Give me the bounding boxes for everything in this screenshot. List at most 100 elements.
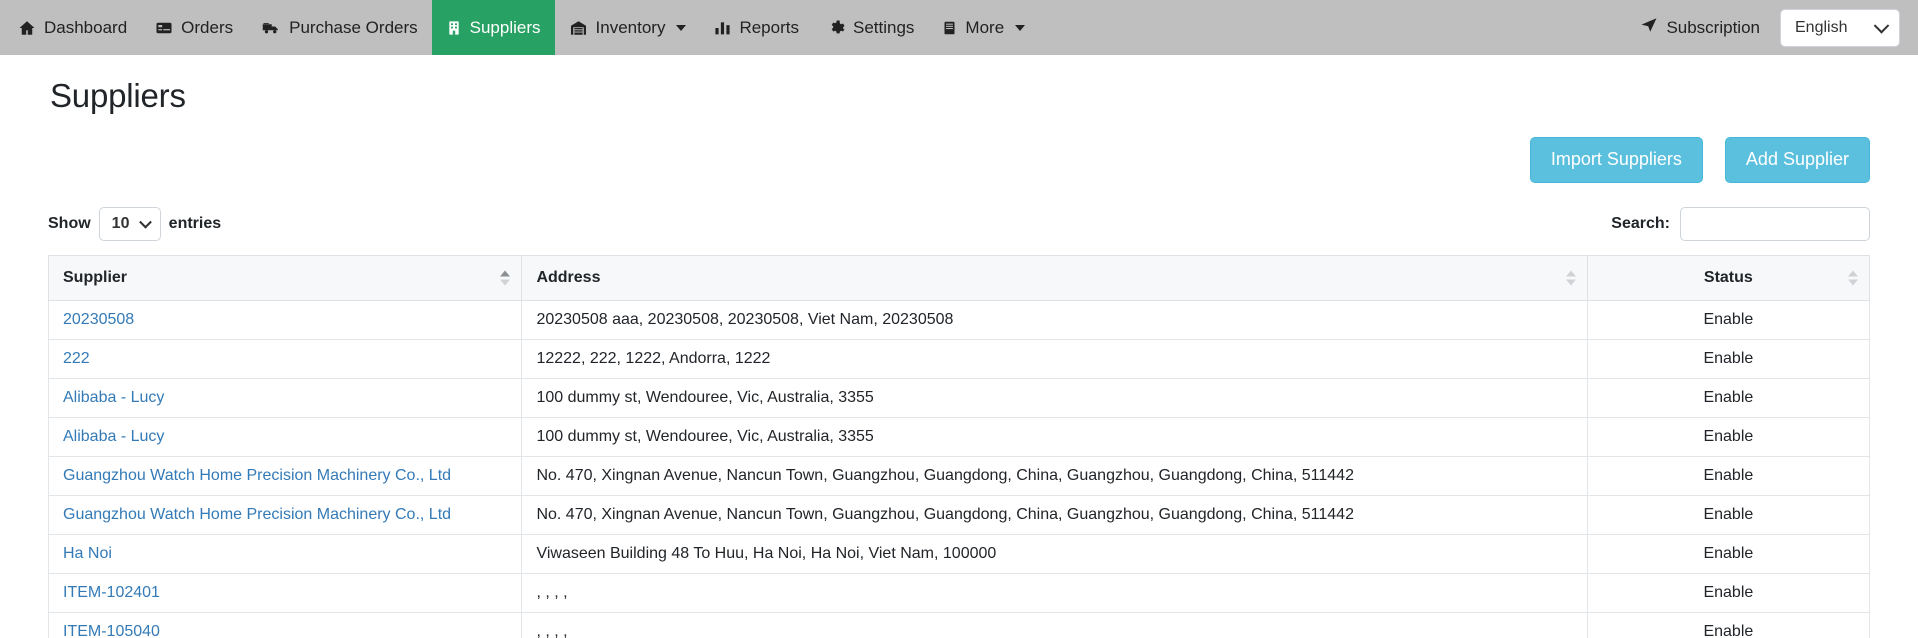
import-suppliers-button[interactable]: Import Suppliers [1529, 137, 1703, 183]
nav-item-suppliers[interactable]: Suppliers [431, 0, 555, 55]
gear-icon [827, 19, 845, 37]
home-icon [18, 19, 36, 37]
nav-item-settings[interactable]: Settings [813, 0, 928, 55]
table-body: 20230508 20230508 aaa, 20230508, 20230508… [47, 299, 1871, 638]
column-header-supplier[interactable]: Supplier [47, 254, 523, 301]
supplier-link[interactable]: 20230508 [63, 311, 134, 328]
column-header-status[interactable]: Status [1586, 254, 1871, 301]
cell-supplier: 222 [47, 339, 523, 379]
cell-address: , , , , [521, 573, 1588, 613]
sort-ascending-icon [500, 270, 511, 286]
cell-status: Enable [1586, 456, 1871, 496]
language-select-wrapper: English [1780, 8, 1900, 47]
truck-icon [261, 19, 281, 37]
top-navbar: Dashboard Orders Purchase Orders Supplie… [0, 0, 1918, 55]
supplier-link[interactable]: ITEM-102401 [63, 584, 160, 601]
nav-item-label: Orders [181, 18, 234, 37]
nav-item-dashboard[interactable]: Dashboard [4, 0, 141, 55]
cell-supplier: Guangzhou Watch Home Precision Machinery… [47, 495, 523, 535]
cell-address: 100 dummy st, Wendouree, Vic, Australia,… [521, 417, 1588, 457]
nav-item-label: Suppliers [469, 18, 541, 37]
nav-item-label: Reports [739, 18, 799, 37]
entries-label: entries [168, 214, 222, 232]
search-control: Search: [1611, 206, 1870, 241]
table-row: Ha Noi Viwaseen Building 48 To Huu, Ha No… [47, 534, 1871, 574]
cell-address: 100 dummy st, Wendouree, Vic, Australia,… [521, 378, 1588, 418]
cell-status: Enable [1586, 495, 1871, 535]
cell-status: Enable [1586, 299, 1871, 340]
table-head: Supplier Address Status [47, 254, 1871, 301]
nav-item-inventory[interactable]: Inventory [555, 0, 701, 55]
search-input[interactable] [1680, 206, 1870, 241]
cell-supplier: Guangzhou Watch Home Precision Machinery… [47, 456, 523, 496]
table-row: ITEM-105040 , , , , Enable [47, 612, 1871, 638]
nav-item-label: Purchase Orders [289, 18, 418, 37]
language-select[interactable]: English [1780, 8, 1900, 47]
supplier-link[interactable]: ITEM-105040 [63, 623, 160, 638]
table-row: ITEM-102401 , , , , Enable [47, 573, 1871, 613]
suppliers-table: Supplier Address Status 20230508 20230508… [47, 254, 1871, 638]
nav-secondary-links: Subscription English [1624, 0, 1918, 55]
cell-supplier: 20230508 [47, 299, 523, 340]
sort-neutral-icon [1565, 270, 1576, 286]
nav-item-reports[interactable]: Reports [700, 0, 813, 55]
cell-address: Viwaseen Building 48 To Huu, Ha Noi, Ha … [521, 534, 1588, 574]
cell-status: Enable [1586, 378, 1871, 418]
page-title: Suppliers [50, 77, 186, 114]
column-header-label: Status [1703, 268, 1753, 286]
bar-chart-icon [714, 19, 731, 37]
cell-status: Enable [1586, 534, 1871, 574]
nav-item-more[interactable]: More [928, 0, 1039, 55]
page-length-select[interactable]: 10 [98, 206, 161, 241]
supplier-link[interactable]: 222 [63, 350, 90, 367]
book-icon [942, 19, 957, 37]
table-row: 222 12222, 222, 1222, Andorra, 1222 Enable [47, 339, 1871, 379]
cell-address: No. 470, Xingnan Avenue, Nancun Town, Gu… [521, 456, 1588, 496]
cell-supplier: ITEM-102401 [47, 573, 523, 613]
table-row: Alibaba - Lucy 100 dummy st, Wendouree, V… [47, 417, 1871, 457]
cell-status: Enable [1586, 612, 1871, 638]
page-length-control: Show 10 entries [48, 206, 222, 241]
column-header-address[interactable]: Address [521, 254, 1588, 301]
supplier-link[interactable]: Alibaba - Lucy [63, 389, 164, 406]
cell-address: No. 470, Xingnan Avenue, Nancun Town, Gu… [521, 495, 1588, 535]
page-container: Suppliers Import Suppliers Add Supplier … [0, 77, 1918, 638]
action-bar: Import Suppliers Add Supplier [48, 137, 1870, 183]
cell-address: 20230508 aaa, 20230508, 20230508, Viet N… [521, 299, 1588, 340]
table-row: 20230508 20230508 aaa, 20230508, 20230508… [47, 299, 1871, 340]
supplier-link[interactable]: Guangzhou Watch Home Precision Machinery… [63, 467, 451, 484]
column-header-label: Supplier [63, 268, 128, 286]
building-icon [446, 19, 462, 37]
add-supplier-button[interactable]: Add Supplier [1724, 137, 1870, 183]
cell-supplier: Alibaba - Lucy [47, 417, 523, 457]
column-header-label: Address [536, 268, 601, 286]
nav-item-label: Dashboard [44, 18, 128, 37]
cell-supplier: Alibaba - Lucy [47, 378, 523, 418]
subscription-link[interactable]: Subscription [1624, 16, 1776, 39]
nav-item-purchase-orders[interactable]: Purchase Orders [247, 0, 432, 55]
nav-item-orders[interactable]: Orders [141, 0, 247, 55]
table-row: Alibaba - Lucy 100 dummy st, Wendouree, V… [47, 378, 1871, 418]
table-row: Guangzhou Watch Home Precision Machinery… [47, 456, 1871, 496]
cell-supplier: Ha Noi [47, 534, 523, 574]
cell-address: , , , , [521, 612, 1588, 638]
chevron-down-icon [676, 24, 687, 31]
chevron-down-icon [1015, 24, 1026, 31]
cell-supplier: ITEM-105040 [47, 612, 523, 638]
nav-item-label: Settings [852, 18, 915, 37]
show-label: Show [48, 214, 91, 232]
table-controls: Show 10 entries Search: [48, 206, 1870, 241]
supplier-link[interactable]: Alibaba - Lucy [63, 428, 164, 445]
supplier-link[interactable]: Guangzhou Watch Home Precision Machinery… [63, 506, 451, 523]
page-length-select-wrapper: 10 [98, 206, 161, 241]
nav-item-label: More [965, 18, 1005, 37]
paper-plane-icon [1640, 16, 1658, 39]
cell-status: Enable [1586, 339, 1871, 379]
warehouse-icon [569, 19, 588, 37]
nav-primary-links: Dashboard Orders Purchase Orders Supplie… [4, 0, 1039, 55]
orders-icon [155, 19, 173, 37]
table-row: Guangzhou Watch Home Precision Machinery… [47, 495, 1871, 535]
supplier-link[interactable]: Ha Noi [63, 545, 112, 562]
sort-neutral-icon [1848, 270, 1858, 286]
nav-item-label: Inventory [595, 18, 666, 37]
